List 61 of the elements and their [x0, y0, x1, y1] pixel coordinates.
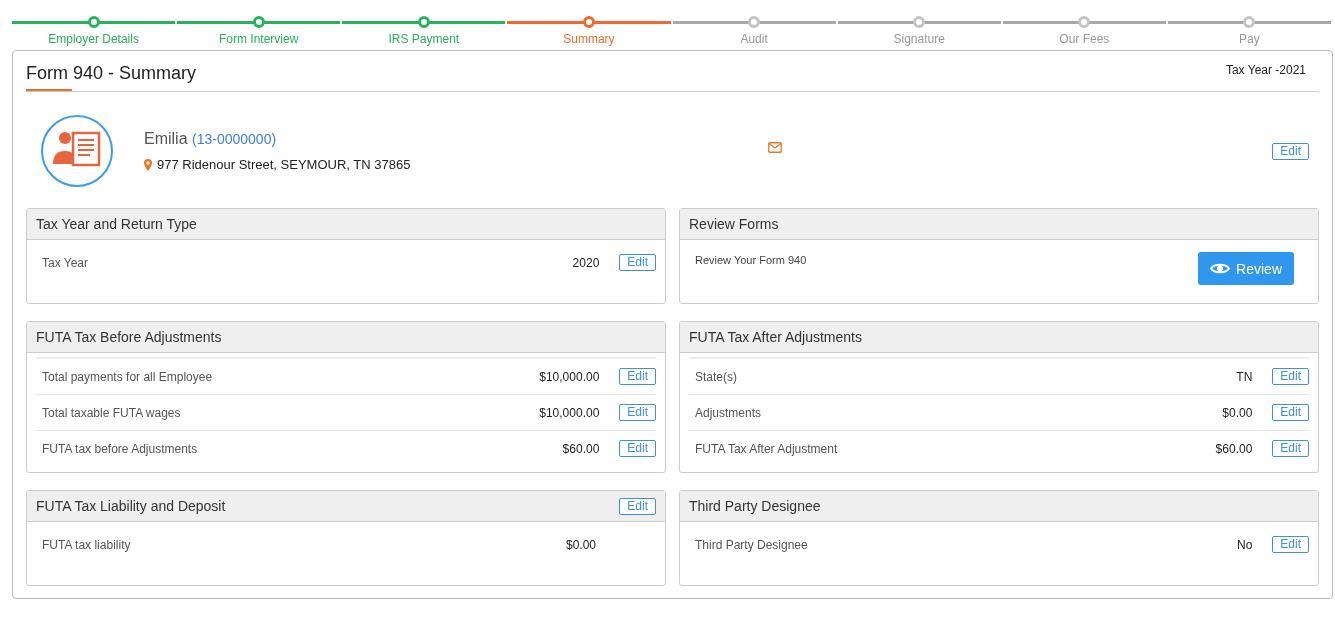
step-marker[interactable] [417, 16, 430, 28]
employer-ein: (13-0000000) [192, 131, 277, 147]
employer-address: 977 Ridenour Street, SEYMOUR, TN 37865 [157, 157, 411, 172]
field-value: $0.00 [565, 537, 596, 552]
step-marker[interactable] [913, 16, 926, 28]
field-label: Tax Year [42, 255, 90, 270]
section-title: FUTA Tax Liability and Deposit [36, 498, 226, 514]
field-value: $10,000.00 [539, 369, 600, 384]
review-text: Review Your Form 940 [695, 254, 807, 268]
eye-icon [1210, 262, 1231, 275]
field-value: $60.00 [1215, 441, 1253, 456]
field-value: No [1236, 537, 1253, 552]
field-value: TN [1236, 369, 1253, 384]
mail-icon[interactable] [768, 141, 782, 153]
edit-button[interactable]: Edit [619, 254, 656, 271]
edit-button[interactable]: Edit [1272, 440, 1309, 457]
section-title: Tax Year and Return Type [36, 216, 197, 232]
edit-button[interactable]: Edit [619, 404, 656, 421]
step-label[interactable]: Pay [1239, 32, 1260, 46]
edit-button[interactable]: Edit [1272, 368, 1309, 385]
tax-year-label: Tax Year -2021 [1225, 63, 1307, 77]
review-button[interactable]: Review [1198, 252, 1294, 285]
field-label: FUTA tax liability [42, 537, 132, 552]
section-title: FUTA Tax After Adjustments [689, 329, 862, 345]
section-title: Review Forms [689, 216, 779, 232]
section-title: FUTA Tax Before Adjustments [36, 329, 222, 345]
field-label: FUTA tax before Adjustments [42, 441, 199, 456]
page-title: Form 940 - Summary [26, 63, 197, 91]
edit-button[interactable]: Edit [619, 368, 656, 385]
step-label[interactable]: IRS Payment [388, 32, 460, 46]
step-marker[interactable] [1078, 16, 1091, 28]
step-marker[interactable] [748, 16, 761, 28]
field-value: $10,000.00 [539, 405, 600, 420]
edit-button[interactable]: Edit [1272, 404, 1309, 421]
step-label[interactable]: Employer Details [48, 32, 139, 46]
field-label: Adjustments [695, 405, 763, 420]
field-label: Third Party Designee [695, 537, 809, 552]
step-label[interactable]: Summary [563, 32, 615, 46]
step-marker[interactable] [582, 16, 595, 28]
step-label[interactable]: Audit [740, 32, 768, 46]
field-label: Total payments for all Employee [42, 369, 214, 384]
field-value: 2020 [572, 255, 600, 270]
field-value: $60.00 [562, 441, 600, 456]
step-label[interactable]: Our Fees [1059, 32, 1110, 46]
edit-button[interactable]: Edit [619, 440, 656, 457]
step-label[interactable]: Signature [893, 32, 945, 46]
step-label[interactable]: Form Interview [219, 32, 299, 46]
employer-document-icon [40, 114, 114, 188]
field-label: State(s) [695, 369, 738, 384]
edit-button[interactable]: Edit [619, 497, 656, 515]
location-pin-icon [144, 158, 152, 171]
section-title: Third Party Designee [689, 498, 821, 514]
field-value: $0.00 [1222, 405, 1253, 420]
step-marker[interactable] [252, 16, 265, 28]
step-marker[interactable] [87, 16, 100, 28]
field-label: Total taxable FUTA wages [42, 405, 182, 420]
step-marker[interactable] [1243, 16, 1256, 28]
field-label: FUTA Tax After Adjustment [695, 441, 839, 456]
employer-name: Emilia [144, 130, 188, 147]
edit-button[interactable]: Edit [1272, 536, 1309, 553]
edit-button[interactable]: Edit [1272, 142, 1309, 160]
